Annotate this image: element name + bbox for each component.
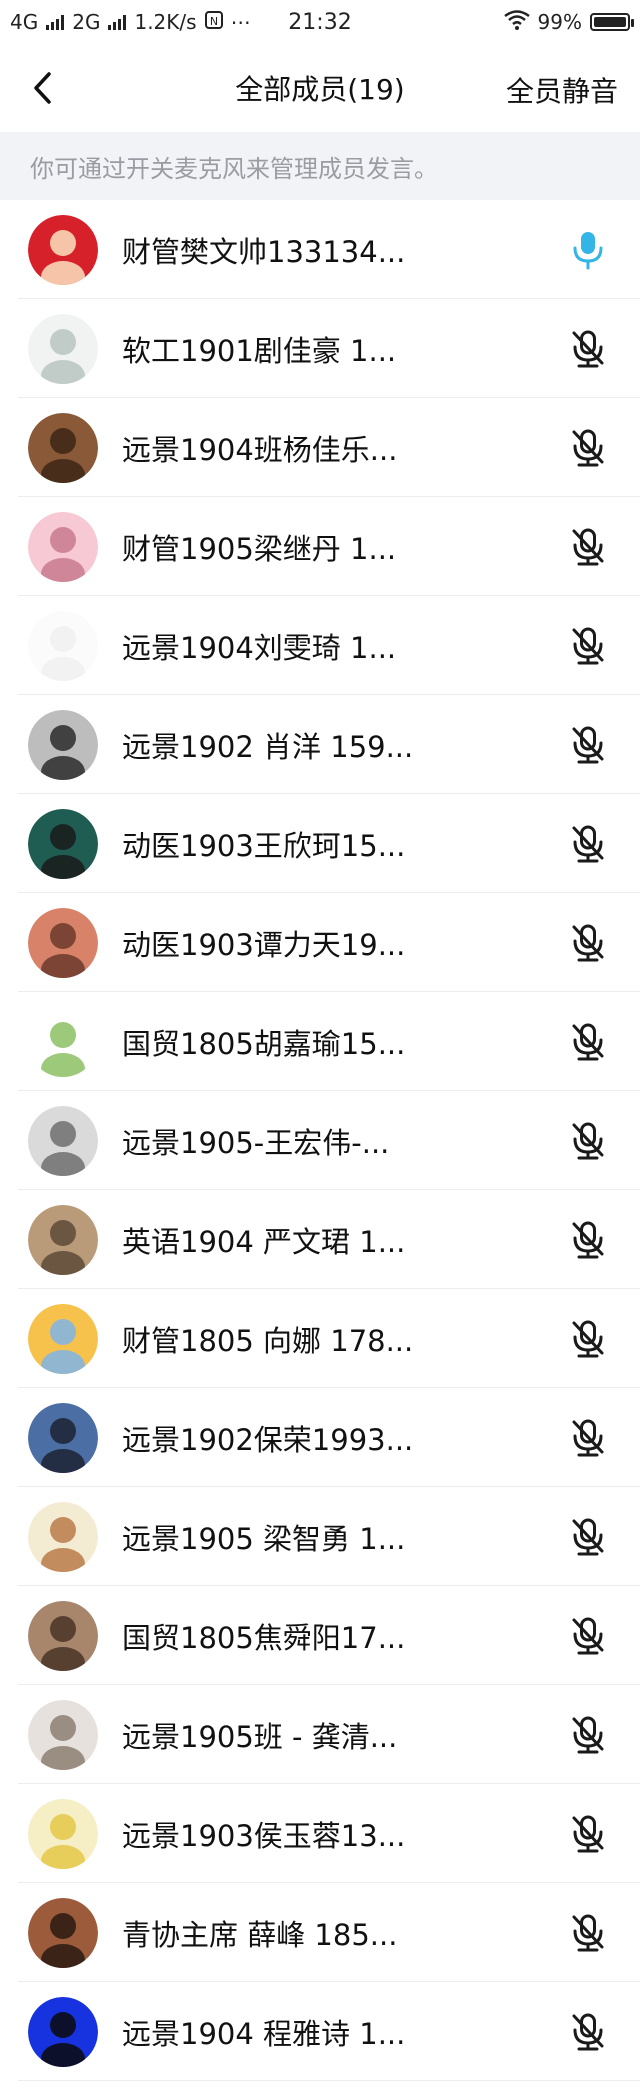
member-row[interactable]: 远景1904刘雯琦 1... <box>0 596 640 695</box>
avatar[interactable] <box>28 907 98 978</box>
member-name: 远景1905班 - 龚清... <box>122 1719 398 1754</box>
wifi-icon <box>503 9 530 35</box>
mic-off-icon[interactable] <box>568 1022 608 1062</box>
chevron-left-icon <box>34 72 51 104</box>
member-name: 财管1805 向娜 178... <box>122 1323 414 1358</box>
avatar[interactable] <box>28 313 98 384</box>
network-2g-label: 2G <box>72 10 101 34</box>
avatar[interactable] <box>28 1105 98 1176</box>
member-row[interactable]: 财管1805 向娜 178... <box>0 1289 640 1388</box>
member-row[interactable]: 软工1901剧佳豪 1... <box>0 299 640 398</box>
signal-icon-2 <box>108 14 127 30</box>
avatar[interactable] <box>28 412 98 483</box>
mic-off-icon[interactable] <box>568 626 608 666</box>
avatar[interactable] <box>28 1402 98 1473</box>
member-row[interactable]: 英语1904 严文珺 1... <box>0 1190 640 1289</box>
member-name: 青协主席 薛峰 185... <box>122 1917 398 1952</box>
battery-icon <box>590 13 634 31</box>
member-name: 远景1904班杨佳乐... <box>122 432 398 467</box>
avatar[interactable] <box>28 1006 98 1077</box>
mic-off-icon[interactable] <box>568 329 608 369</box>
member-row[interactable]: 动医1903谭力天19... <box>0 893 640 992</box>
mute-all-button[interactable]: 全员静音 <box>506 70 618 110</box>
status-left: 4G 2G 1.2K/s N ⋯ <box>10 10 251 34</box>
member-name: 英语1904 严文珺 1... <box>122 1224 406 1259</box>
avatar[interactable] <box>28 1897 98 1968</box>
member-name: 财管樊文帅133134... <box>122 234 406 269</box>
member-name: 动医1903谭力天19... <box>122 927 406 962</box>
svg-text:N: N <box>209 15 217 28</box>
member-row[interactable]: 青协主席 薛峰 185... <box>0 1883 640 1982</box>
avatar[interactable] <box>28 808 98 879</box>
member-name: 远景1902保荣1993... <box>122 1422 414 1457</box>
member-name: 远景1903侯玉蓉13... <box>122 1818 406 1853</box>
mic-off-icon[interactable] <box>568 428 608 468</box>
member-name: 远景1902 肖洋 159... <box>122 729 414 764</box>
member-row[interactable]: 国贸1805胡嘉瑜15... <box>0 992 640 1091</box>
status-bar: 4G 2G 1.2K/s N ⋯ 21:32 99% <box>0 0 640 44</box>
avatar[interactable] <box>28 1699 98 1770</box>
member-name: 软工1901剧佳豪 1... <box>122 333 397 368</box>
member-row[interactable]: 财管1905梁继丹 1... <box>0 497 640 596</box>
member-name: 动医1903王欣珂15... <box>122 828 406 863</box>
page-title: 全部成员(19) <box>235 73 405 106</box>
member-name: 远景1904刘雯琦 1... <box>122 630 397 665</box>
status-time: 21:32 <box>288 9 352 35</box>
member-row[interactable]: 远景1905-王宏伟-... <box>0 1091 640 1190</box>
member-row[interactable]: 远景1902 肖洋 159... <box>0 695 640 794</box>
member-row[interactable]: 远景1905班 - 龚清... <box>0 1685 640 1784</box>
avatar[interactable] <box>28 610 98 681</box>
member-row[interactable]: 远景1904 程雅诗 1... <box>0 1982 640 2081</box>
mic-on-icon[interactable] <box>568 230 608 270</box>
more-notifications-icon: ⋯ <box>230 10 251 34</box>
mic-off-icon[interactable] <box>568 1319 608 1359</box>
member-row[interactable]: 远景1904班杨佳乐... <box>0 398 640 497</box>
mic-off-icon[interactable] <box>568 1814 608 1854</box>
avatar[interactable] <box>28 709 98 780</box>
mic-off-icon[interactable] <box>568 1913 608 1953</box>
mic-off-icon[interactable] <box>568 1220 608 1260</box>
battery-percent: 99% <box>537 10 582 34</box>
member-row[interactable]: 远景1902保荣1993... <box>0 1388 640 1487</box>
avatar[interactable] <box>28 1600 98 1671</box>
avatar[interactable] <box>28 1501 98 1572</box>
member-name: 国贸1805胡嘉瑜15... <box>122 1026 406 1061</box>
mic-off-icon[interactable] <box>568 1121 608 1161</box>
mic-off-icon[interactable] <box>568 1715 608 1755</box>
avatar[interactable] <box>28 511 98 582</box>
member-name: 远景1904 程雅诗 1... <box>122 2016 406 2051</box>
mic-off-icon[interactable] <box>568 2012 608 2052</box>
signal-icon <box>46 14 65 30</box>
header: 全部成员(19) 全员静音 <box>0 44 640 132</box>
notice-banner: 你可通过开关麦克风来管理成员发言。 <box>0 132 640 200</box>
mic-off-icon[interactable] <box>568 527 608 567</box>
member-row[interactable]: 国贸1805焦舜阳17... <box>0 1586 640 1685</box>
network-speed: 1.2K/s <box>134 10 197 34</box>
avatar[interactable] <box>28 1303 98 1374</box>
avatar[interactable] <box>28 1996 98 2067</box>
avatar[interactable] <box>28 1798 98 1869</box>
back-button[interactable] <box>22 68 62 108</box>
network-4g-label: 4G <box>10 10 39 34</box>
member-list: 财管樊文帅133134... 软工1901剧佳豪 1... 远景1904班杨佳乐..… <box>0 200 640 2081</box>
mic-off-icon[interactable] <box>568 824 608 864</box>
member-name: 财管1905梁继丹 1... <box>122 531 397 566</box>
mic-off-icon[interactable] <box>568 1517 608 1557</box>
mic-off-icon[interactable] <box>568 1418 608 1458</box>
member-row[interactable]: 财管樊文帅133134... <box>0 200 640 299</box>
avatar[interactable] <box>28 1204 98 1275</box>
member-name: 远景1905-王宏伟-... <box>122 1125 390 1160</box>
member-row[interactable]: 动医1903王欣珂15... <box>0 794 640 893</box>
status-right: 99% <box>503 9 634 35</box>
mic-off-icon[interactable] <box>568 923 608 963</box>
nfc-icon: N <box>204 10 223 34</box>
avatar[interactable] <box>28 214 98 285</box>
member-name: 国贸1805焦舜阳17... <box>122 1620 406 1655</box>
member-row[interactable]: 远景1905 梁智勇 1... <box>0 1487 640 1586</box>
member-row[interactable]: 远景1903侯玉蓉13... <box>0 1784 640 1883</box>
member-name: 远景1905 梁智勇 1... <box>122 1521 406 1556</box>
battery-fill <box>594 17 626 27</box>
mic-off-icon[interactable] <box>568 725 608 765</box>
mic-off-icon[interactable] <box>568 1616 608 1656</box>
